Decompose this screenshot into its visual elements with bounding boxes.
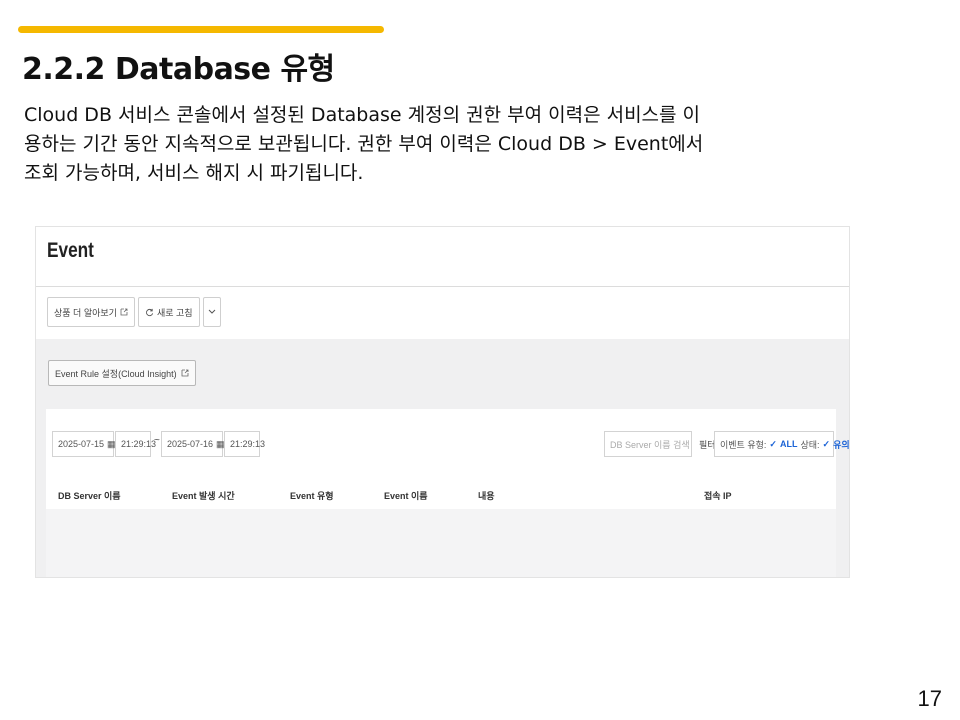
start-date-field[interactable]: 2025-07-15 ▦ <box>52 431 116 457</box>
refresh-label: 새로 고침 <box>156 307 193 318</box>
body-line: Cloud DB 서비스 콘솔에서 설정된 Database 계정의 권한 부여… <box>24 104 701 126</box>
body-line: 조회 가능하며, 서비스 해지 시 파기됩니다. <box>24 162 364 184</box>
db-server-search-input[interactable]: DB Server 이름 검색 <box>604 431 692 457</box>
page-number: 17 <box>917 686 942 711</box>
date-range-separator: ~ <box>154 435 160 446</box>
screenshot-header: Event 상품 더 알아보기 새로 고침 <box>36 227 849 339</box>
start-time-value: 21:29:13 <box>121 439 157 449</box>
console-screenshot: Event 상품 더 알아보기 새로 고침 Event Rule 설정(Clou… <box>35 226 850 578</box>
check-icon: ✓ <box>822 438 831 449</box>
column-header: 접속 IP <box>704 491 732 501</box>
end-date-value: 2025-07-16 <box>167 439 214 449</box>
column-header: Event 이름 <box>384 491 428 501</box>
column-header: Event 유형 <box>290 491 334 501</box>
chevron-down-icon <box>208 309 215 314</box>
event-rule-button[interactable]: Event Rule 설정(Cloud Insight) <box>48 360 196 386</box>
more-dropdown-button[interactable] <box>202 297 221 327</box>
column-header: 내용 <box>478 491 495 501</box>
end-date-field[interactable]: 2025-07-16 ▦ <box>161 431 225 457</box>
title-accent-bar <box>18 26 384 33</box>
end-time-value: 21:29:13 <box>230 439 266 449</box>
start-date-value: 2025-07-15 <box>58 439 105 449</box>
event-type-value: ALL <box>779 439 798 449</box>
column-header: DB Server 이름 <box>58 491 121 501</box>
screenshot-page-title: Event <box>47 239 94 262</box>
filter-row: 2025-07-15 ▦ 21:29:13 ~ 2025-07-16 ▦ 21:… <box>46 431 849 457</box>
empty-table-body <box>46 509 836 577</box>
product-more-label: 상품 더 알아보기 <box>54 307 117 318</box>
slide-title: 2.2.2 Database 유형 <box>22 52 335 87</box>
external-link-icon <box>181 369 189 377</box>
event-rule-label: Event Rule 설정(Cloud Insight) <box>55 368 177 379</box>
end-time-field[interactable]: 21:29:13 <box>224 431 265 457</box>
refresh-icon <box>146 308 154 316</box>
content-area: Event Rule 설정(Cloud Insight) 2025-07-15 … <box>36 339 849 577</box>
start-time-field[interactable]: 21:29:13 <box>115 431 156 457</box>
event-type-label: 이벤트 유형: <box>720 439 767 450</box>
column-header: Event 발생 시간 <box>172 491 235 501</box>
external-link-icon <box>120 308 128 316</box>
status-value: 유의중 <box>833 439 850 450</box>
product-more-button[interactable]: 상품 더 알아보기 <box>47 297 135 327</box>
filter-dropdown[interactable]: 이벤트 유형: ✓ ALL 상태: ✓ 유의중 ▼ <box>714 431 849 457</box>
header-divider <box>36 286 849 287</box>
toolbar: 상품 더 알아보기 새로 고침 <box>47 297 221 327</box>
status-label: 상태: <box>800 439 820 450</box>
check-icon: ✓ <box>769 438 777 449</box>
search-placeholder: DB Server 이름 검색 <box>610 439 690 450</box>
body-line: 용하는 기간 동안 지속적으로 보관됩니다. 권한 부여 이력은 Cloud D… <box>24 133 704 155</box>
slide-body: Cloud DB 서비스 콘솔에서 설정된 Database 계정의 권한 부여… <box>24 101 924 188</box>
refresh-button[interactable]: 새로 고침 <box>137 297 200 327</box>
